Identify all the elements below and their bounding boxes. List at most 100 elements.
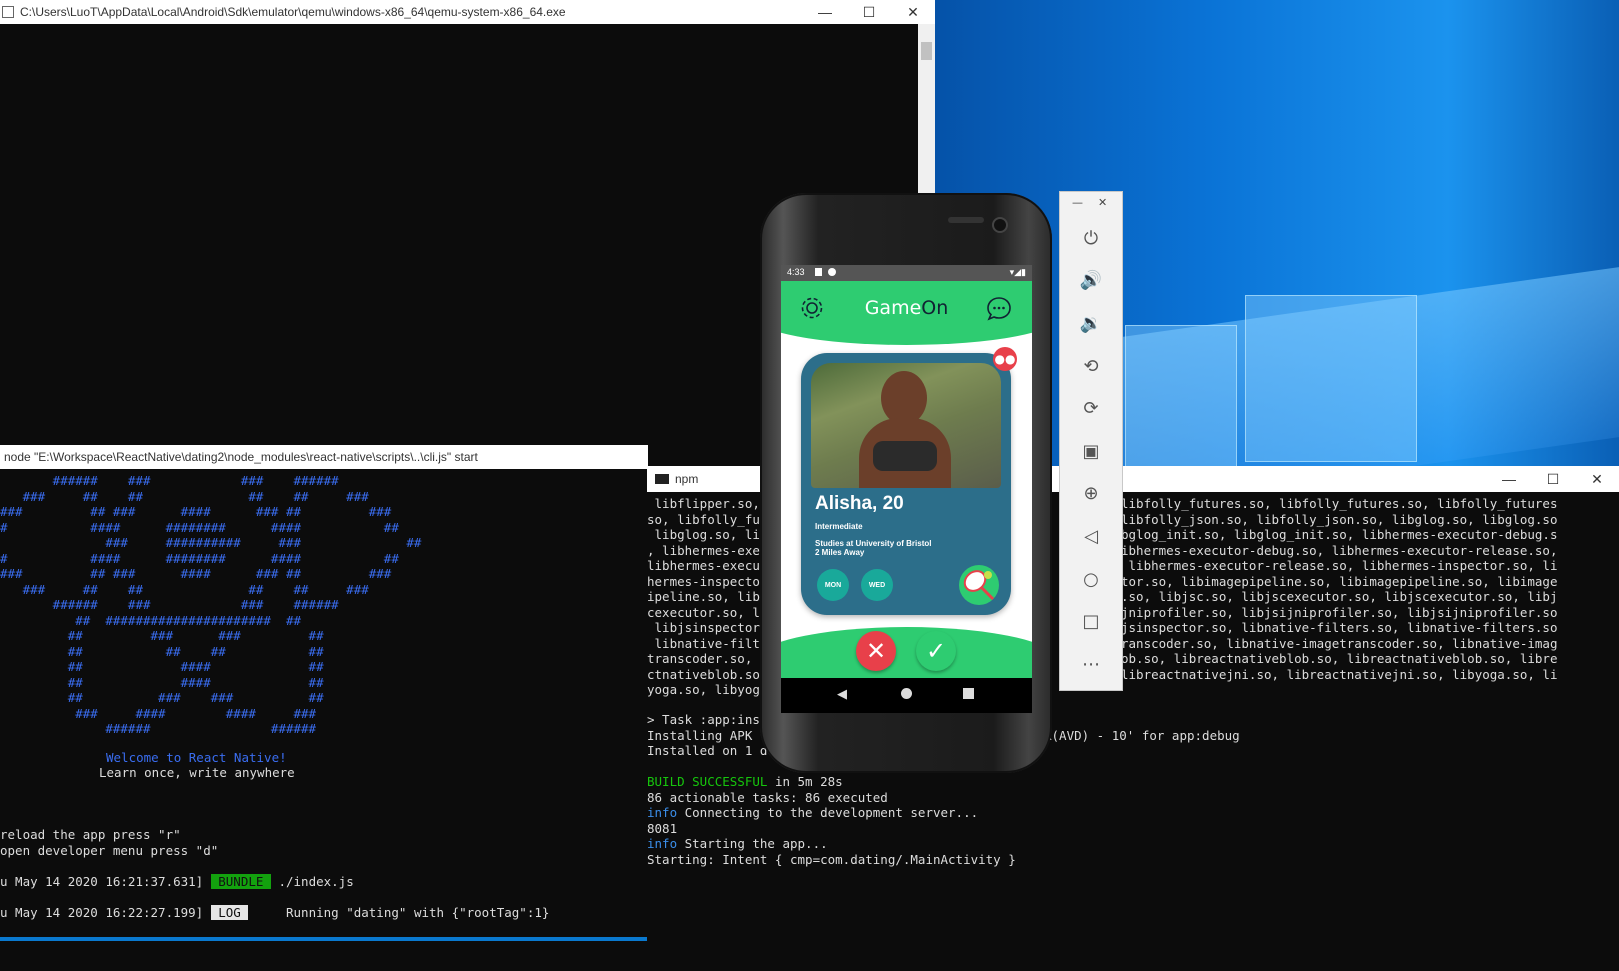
log-line: ipeline.so, lib xyxy=(647,589,760,604)
volume-down-icon[interactable]: 🔉 xyxy=(1077,309,1105,337)
log-line: ctnativeblob.so xyxy=(647,666,760,682)
ascii-line: ### ## ## ## ## ### xyxy=(0,581,369,597)
ascii-line: ###### ### ### ###### xyxy=(0,597,339,612)
overview-icon[interactable]: □ xyxy=(1077,607,1105,635)
ascii-line: ## ###################### ## xyxy=(0,612,302,628)
qemu-titlebar: C:\Users\LuoT\AppData\Local\Android\Sdk\… xyxy=(0,0,935,24)
welcome-text: Welcome to React Native! xyxy=(106,750,287,765)
day-chip-mon: MON xyxy=(817,569,849,601)
profile-photo-head xyxy=(881,371,927,425)
ascii-line: ###### ### ### ###### xyxy=(0,473,339,488)
ascii-line: ## ### ### ## xyxy=(0,690,324,705)
minimize-button[interactable]: — xyxy=(803,4,847,21)
home-nav-icon[interactable] xyxy=(901,688,912,699)
group-icon[interactable]: ●● xyxy=(993,347,1017,371)
log-text: ./index.js xyxy=(270,874,354,889)
speaker-grille xyxy=(948,217,984,223)
recents-nav-icon[interactable] xyxy=(963,688,974,699)
reject-button[interactable]: ✕ xyxy=(856,631,896,671)
tennis-racket-icon xyxy=(959,565,999,605)
profile-name: Alisha, 20 xyxy=(815,493,904,514)
profile-card[interactable]: ●● Alisha, 20 Intermediate Studies at Un… xyxy=(801,347,1017,615)
node-bottom-bar xyxy=(0,937,648,941)
log-line: transcoder.so, xyxy=(647,651,760,666)
log-line: jsinspector.so, libnative-filters.so, li… xyxy=(1121,620,1558,635)
ascii-line: ### #### #### ### xyxy=(0,705,317,721)
log-line: so, libfolly_fu xyxy=(647,511,760,527)
devmenu-hint: open developer menu press "d" xyxy=(0,843,219,858)
npm-title: npm xyxy=(675,472,699,486)
info-text: Starting the app... xyxy=(677,836,828,851)
console-icon xyxy=(655,474,669,484)
log-line: , libhermes-exe xyxy=(647,542,760,558)
minimize-button[interactable]: — xyxy=(1487,471,1531,488)
close-button[interactable]: ✕ xyxy=(891,4,935,21)
toolbar-minimize-button[interactable]: — xyxy=(1072,196,1083,209)
action-bar xyxy=(781,627,1032,678)
log-line: libflipper.so, xyxy=(647,496,760,511)
npm-log-left: libflipper.so, so, libfolly_fu libglog.so… xyxy=(647,496,760,698)
log-time: u May 14 2020 16:21:37.631] xyxy=(0,874,204,889)
node-title: node "E:\Workspace\ReactNative\dating2\n… xyxy=(4,450,478,464)
task-line: > Task :app:ins xyxy=(647,712,760,727)
ascii-line: ### ## ### #### ### ## ### xyxy=(0,566,392,581)
log-line: bglog_init.so, libglog_init.so, libherme… xyxy=(1121,527,1558,542)
back-nav-icon[interactable]: ◀ xyxy=(837,687,847,702)
profile-study: Studies at University of Bristol xyxy=(815,539,932,548)
log-line: hermes-inspecto xyxy=(647,573,760,589)
app-title-game: Game xyxy=(864,297,922,319)
ascii-line: ### ## ### #### ### ## ### xyxy=(0,504,392,519)
nav-bar: ◀ xyxy=(781,678,1032,713)
qemu-title: C:\Users\LuoT\AppData\Local\Android\Sdk\… xyxy=(20,5,566,19)
tagline-text: Learn once, write anywhere xyxy=(99,765,295,780)
log-line: libhermes-executor-release.so, libhermes… xyxy=(1121,558,1558,573)
sim-icon xyxy=(815,268,822,276)
power-icon[interactable]: ⏻ xyxy=(1077,224,1105,252)
home-icon[interactable]: ○ xyxy=(1077,565,1105,593)
ascii-line: ###### ###### xyxy=(0,721,317,736)
console-icon xyxy=(2,6,14,18)
emulator-toolbar: — ✕ ⏻ 🔊 🔉 ⟲ ⟳ ▣ ⊕ ◁ ○ □ ⋯ xyxy=(1059,191,1123,691)
log-line: libfolly_futures.so, libfolly_futures.so… xyxy=(1121,496,1558,511)
day-chip-wed: WED xyxy=(861,569,893,601)
rotate-right-icon[interactable]: ⟳ xyxy=(1077,394,1105,422)
camera-icon[interactable]: ▣ xyxy=(1077,437,1105,465)
react-logo-ascii: ###### ### ### ###### ### ## ## ## ## ##… xyxy=(0,473,421,737)
log-line: libnative-filt xyxy=(647,635,760,651)
toolbar-close-button[interactable]: ✕ xyxy=(1098,196,1107,209)
camera-lens xyxy=(992,217,1008,233)
starting-line: Starting: Intent { cmp=com.dating/.MainA… xyxy=(647,852,1016,867)
more-icon[interactable]: ⋯ xyxy=(1077,650,1105,678)
log-line: libreactnativejni.so, libreactnativejni.… xyxy=(1121,666,1558,682)
installed-line: Installed on 1 de xyxy=(647,743,775,758)
build-time: in 5m 28s xyxy=(767,774,843,789)
tasks-line: 86 actionable tasks: 86 executed xyxy=(647,790,888,805)
maximize-button[interactable]: ☐ xyxy=(1531,471,1575,488)
sync-icon xyxy=(828,268,836,276)
info-tag: info xyxy=(647,836,678,851)
ascii-line: ### ########## ### ## xyxy=(0,535,422,550)
volume-up-icon[interactable]: 🔊 xyxy=(1077,266,1105,294)
log-line: ibhermes-executor-debug.so, libhermes-ex… xyxy=(1121,542,1558,558)
status-time: 4:33 xyxy=(787,267,805,277)
maximize-button[interactable]: ☐ xyxy=(847,4,891,21)
profile-photo-top xyxy=(873,441,937,471)
installing-line: Installing APK xyxy=(647,728,760,743)
accept-button[interactable]: ✓ xyxy=(916,631,956,671)
log-line: .so, libjsc.so, libjscexecutor.so, libjs… xyxy=(1121,589,1558,604)
ascii-line: # #### ######## #### ## xyxy=(0,550,399,566)
port-line: 8081 xyxy=(647,821,678,836)
log-line-log: u May 14 2020 16:22:27.199] LOG Running … xyxy=(0,905,549,921)
rotate-left-icon[interactable]: ⟲ xyxy=(1077,352,1105,380)
profile-level: Intermediate xyxy=(815,522,863,531)
log-text: Running "dating" with {"rootTag":1} xyxy=(248,905,550,920)
log-line: jniprofiler.so, libjsijniprofiler.so, li… xyxy=(1121,604,1558,620)
chat-bubble-icon[interactable] xyxy=(985,295,1013,323)
ascii-line: ## ### ### ## xyxy=(0,628,324,643)
log-time: u May 14 2020 16:22:27.199] xyxy=(0,905,204,920)
phone-screen[interactable]: 4:33 ▾◢▮ GameOn ●● Alisha, 20 Intermedia… xyxy=(781,265,1032,678)
close-button[interactable]: ✕ xyxy=(1575,471,1619,488)
back-icon[interactable]: ◁ xyxy=(1077,522,1105,550)
log-badge: LOG xyxy=(210,905,249,920)
zoom-icon[interactable]: ⊕ xyxy=(1077,479,1105,507)
